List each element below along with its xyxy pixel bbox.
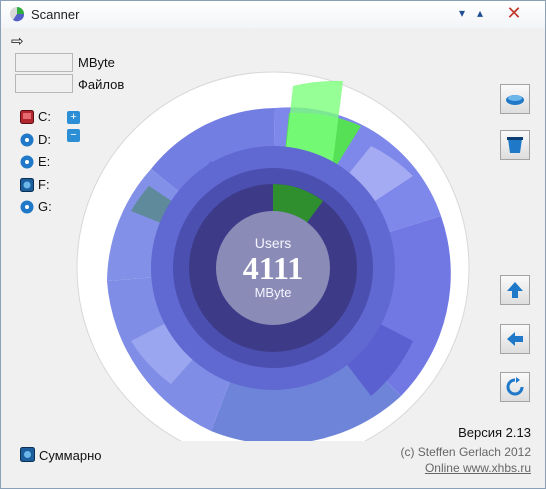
disk-button[interactable]	[500, 84, 530, 114]
restore-button[interactable]: ▴	[467, 3, 493, 23]
close-button[interactable]: ✕	[501, 3, 527, 23]
up-button[interactable]	[500, 275, 530, 305]
title-bar: Scanner ▾ ▴ ✕	[1, 1, 545, 28]
cd-icon	[20, 133, 34, 147]
trash-icon	[507, 137, 523, 153]
sunburst-chart[interactable]: Users 4111 MByte	[61, 41, 481, 441]
drive-label: C:	[38, 109, 51, 124]
forward-arrow-icon[interactable]: ⇨	[11, 32, 24, 50]
summary-toggle[interactable]: Суммарно	[20, 447, 130, 465]
refresh-icon	[506, 377, 524, 396]
window-title: Scanner	[31, 7, 80, 22]
drive-label: G:	[38, 199, 52, 214]
version-text: Версия 2.13	[458, 425, 531, 440]
app-icon	[10, 7, 25, 22]
hdd-red-icon	[20, 110, 34, 124]
hdd-icon	[506, 95, 524, 105]
center-size-unit: MByte	[255, 285, 292, 300]
cd-icon	[20, 200, 34, 214]
scanner-window: Scanner ▾ ▴ ✕ ⇨ MByte Файлов C: D: E: F:…	[0, 0, 546, 489]
summary-icon	[20, 447, 35, 462]
drive-label: E:	[38, 154, 51, 169]
refresh-button[interactable]	[500, 372, 530, 402]
copyright-text: (c) Steffen Gerlach 2012	[400, 445, 531, 459]
online-link[interactable]: Online www.xhbs.ru	[425, 461, 531, 475]
up-icon	[507, 282, 523, 298]
network-drive-icon	[20, 178, 34, 192]
drive-label: D:	[38, 132, 51, 147]
back-icon	[507, 332, 523, 346]
drive-label: F:	[38, 177, 50, 192]
cd-icon	[20, 155, 34, 169]
summary-label: Суммарно	[39, 448, 102, 463]
center-size-value: 4111	[243, 250, 303, 286]
center-folder-name: Users	[255, 235, 292, 251]
back-button[interactable]	[500, 324, 530, 354]
delete-button[interactable]	[500, 130, 530, 160]
